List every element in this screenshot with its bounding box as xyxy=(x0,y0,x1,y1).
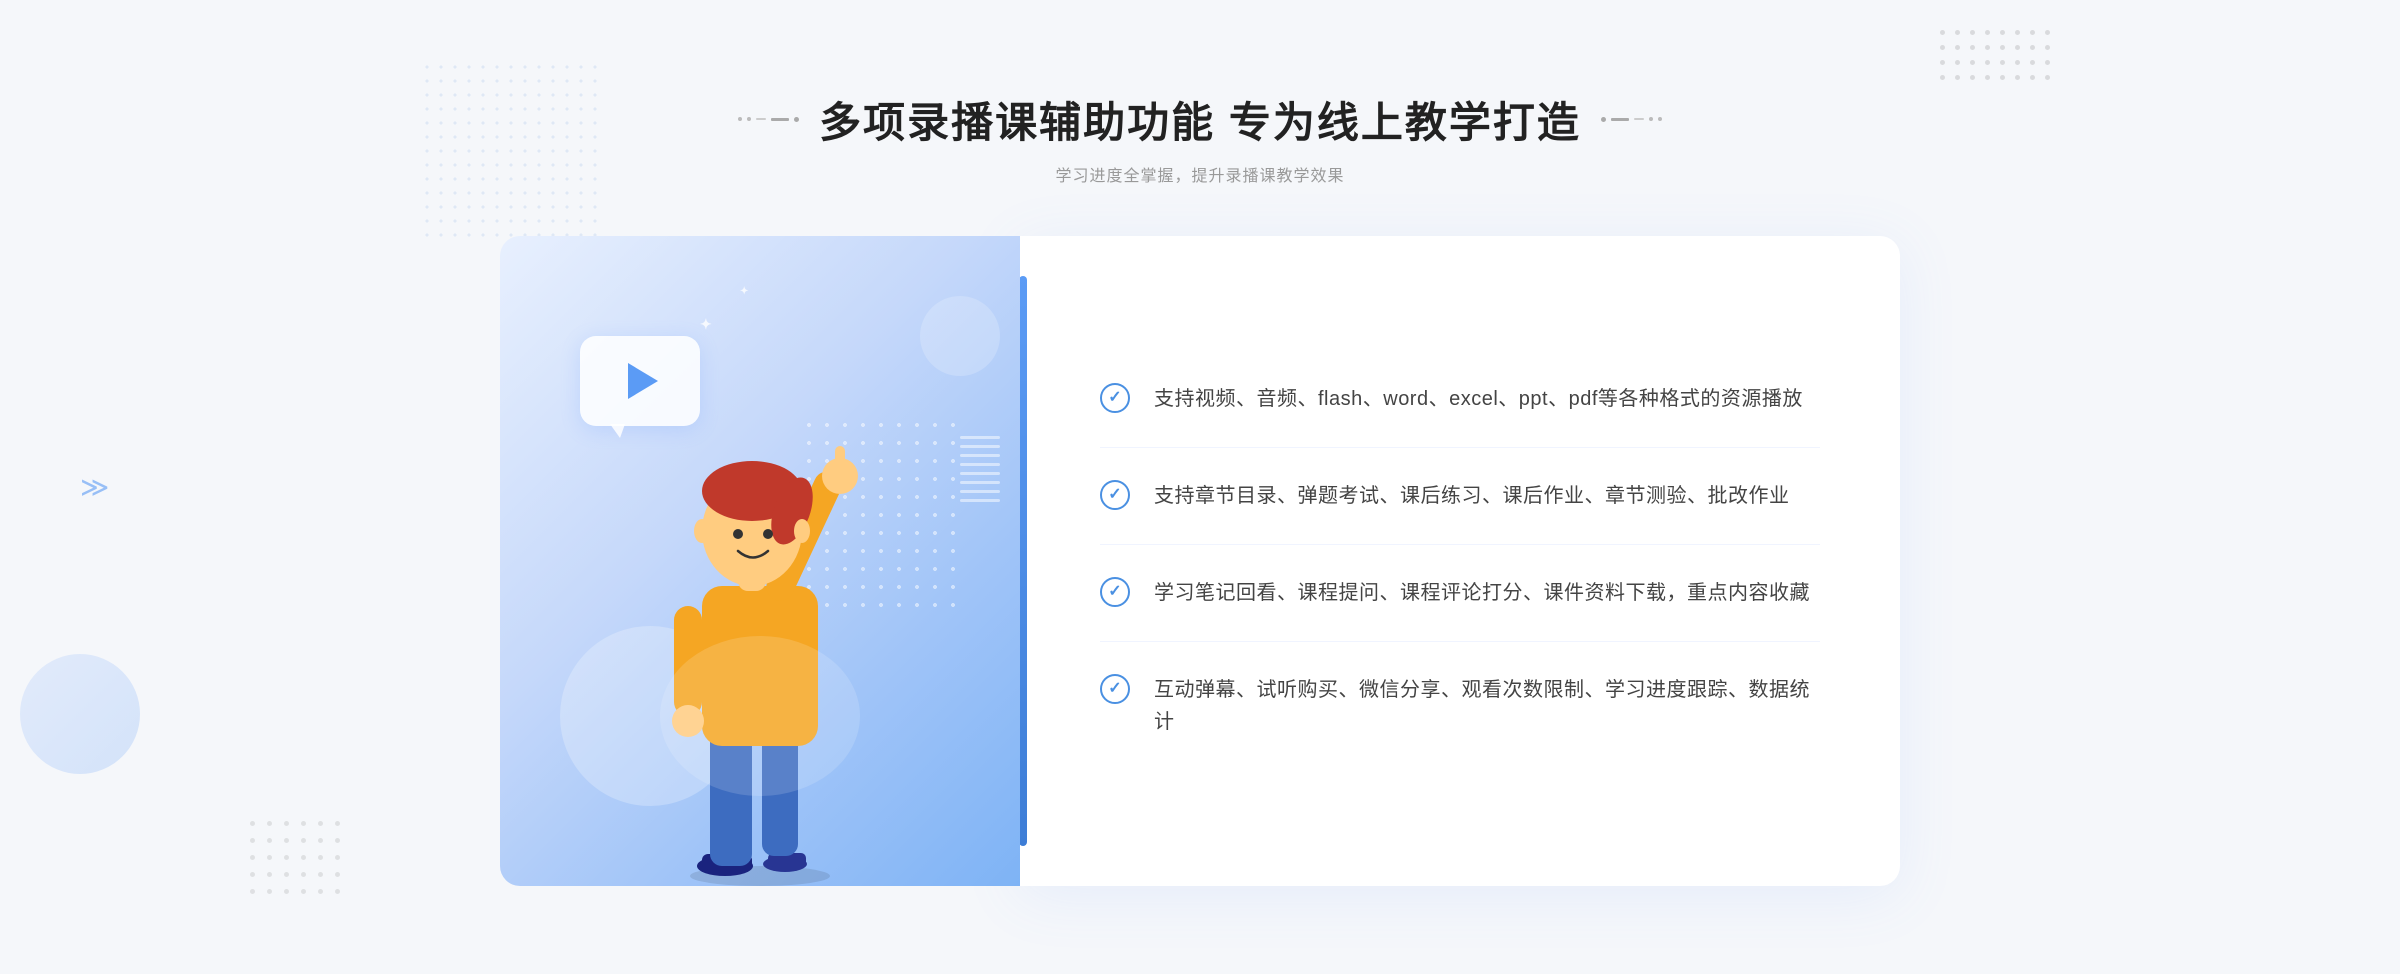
check-icon-1: ✓ xyxy=(1100,383,1130,413)
bg-dots-top-right xyxy=(1940,30,2050,80)
header-deco-right xyxy=(1601,117,1662,122)
checkmark: ✓ xyxy=(1108,681,1121,697)
check-icon-3: ✓ xyxy=(1100,577,1130,607)
deco-line xyxy=(756,118,766,120)
feature-item: ✓ 支持章节目录、弹题考试、课后练习、课后作业、章节测验、批改作业 xyxy=(1100,448,1820,545)
deco-dot xyxy=(738,117,742,121)
feature-item: ✓ 支持视频、音频、flash、word、excel、ppt、pdf等各种格式的… xyxy=(1100,351,1820,448)
features-card: ✓ 支持视频、音频、flash、word、excel、ppt、pdf等各种格式的… xyxy=(1020,236,1900,886)
spark-decoration-2: ✦ xyxy=(740,286,748,297)
feature-text-3: 学习笔记回看、课程提问、课程评论打分、课件资料下载，重点内容收藏 xyxy=(1154,577,1810,609)
header-title-row: 多项录播课辅助功能 专为线上教学打造 xyxy=(738,89,1662,150)
checkmark: ✓ xyxy=(1108,390,1121,406)
deco-line xyxy=(1634,118,1644,120)
check-icon-4: ✓ xyxy=(1100,674,1130,704)
person-illustration xyxy=(620,366,900,886)
deco-dot xyxy=(747,117,751,121)
blue-accent-bar xyxy=(1019,276,1027,846)
header-deco-left xyxy=(738,117,799,122)
deco-dot xyxy=(1658,117,1662,121)
left-arrow-decoration: ≫ xyxy=(80,471,109,504)
content-section: ✦ ✦ xyxy=(500,236,1900,886)
bg-dots-bottom-left xyxy=(250,821,340,894)
feature-item: ✓ 互动弹幕、试听购买、微信分享、观看次数限制、学习进度跟踪、数据统计 xyxy=(1100,642,1820,770)
checkmark: ✓ xyxy=(1108,584,1121,600)
deco-dot xyxy=(1601,117,1606,122)
spark-decoration-1: ✦ xyxy=(700,316,712,333)
deco-line xyxy=(771,118,789,121)
page-title: 多项录播课辅助功能 专为线上教学打造 xyxy=(819,89,1581,150)
feature-text-2: 支持章节目录、弹题考试、课后练习、课后作业、章节测验、批改作业 xyxy=(1154,480,1790,512)
deco-dot xyxy=(794,117,799,122)
deco-line xyxy=(1611,118,1629,121)
header-section: 多项录播课辅助功能 专为线上教学打造 学习进度全掌握，提升录播课教学效果 xyxy=(738,89,1662,186)
page-wrapper: ≫ 多项录播课辅助功能 专为线上教学打造 学习进度全掌握，提升录播课教学效果 xyxy=(0,0,2400,974)
feature-text-4: 互动弹幕、试听购买、微信分享、观看次数限制、学习进度跟踪、数据统计 xyxy=(1154,674,1820,738)
illustration-area: ✦ ✦ xyxy=(500,236,1020,886)
feature-text-1: 支持视频、音频、flash、word、excel、ppt、pdf等各种格式的资源… xyxy=(1154,383,1803,415)
feature-item: ✓ 学习笔记回看、课程提问、课程评论打分、课件资料下载，重点内容收藏 xyxy=(1100,545,1820,642)
deco-dot xyxy=(1649,117,1653,121)
checkmark: ✓ xyxy=(1108,487,1121,503)
page-subtitle: 学习进度全掌握，提升录播课教学效果 xyxy=(738,162,1662,186)
deco-circle-small xyxy=(920,296,1000,376)
check-icon-2: ✓ xyxy=(1100,480,1130,510)
vertical-stripes xyxy=(960,436,1000,502)
left-deco-circle xyxy=(20,654,140,774)
